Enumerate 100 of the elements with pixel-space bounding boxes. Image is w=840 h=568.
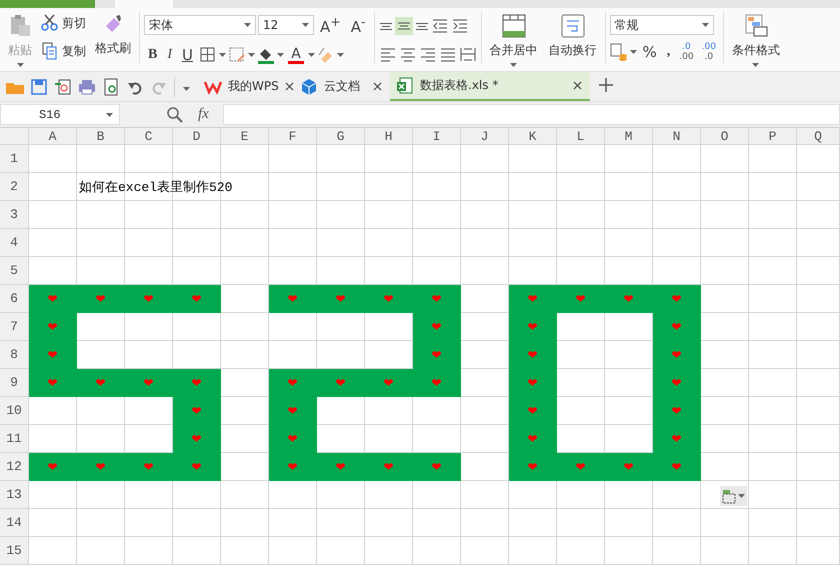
- row-header[interactable]: 11: [0, 425, 29, 453]
- wrap-text-button[interactable]: 自动换行: [544, 12, 601, 61]
- heart-symbol: ❤: [191, 404, 202, 418]
- heart-symbol: ❤: [671, 432, 682, 446]
- number-format-field[interactable]: 常规: [610, 15, 714, 35]
- caret-icon: [302, 23, 309, 27]
- formula-input[interactable]: [222, 104, 840, 125]
- format-painter-button[interactable]: 格式刷: [91, 12, 135, 59]
- print-preview-icon: [102, 78, 120, 96]
- heart-symbol: ❤: [527, 432, 538, 446]
- insert-function-button[interactable]: fx: [192, 105, 215, 124]
- caret-icon: [244, 23, 251, 27]
- heart-symbol: ❤: [191, 432, 202, 446]
- column-header[interactable]: P: [749, 128, 797, 145]
- heart-symbol: ❤: [431, 376, 442, 390]
- plus-icon: [598, 77, 614, 93]
- heart-symbol: ❤: [623, 292, 634, 306]
- decimal-button[interactable]: .0 .00: [676, 42, 697, 62]
- font-size-field[interactable]: 12: [258, 15, 314, 35]
- heart-symbol: ❤: [287, 292, 298, 306]
- document-tab[interactable]: 数据表格.xls *: [390, 72, 590, 101]
- caret-icon: [308, 53, 315, 57]
- heart-symbol: ❤: [95, 376, 106, 390]
- column-header[interactable]: A: [29, 128, 77, 145]
- row-header[interactable]: 9: [0, 369, 29, 397]
- caret-icon: [16, 63, 24, 67]
- column-header[interactable]: N: [653, 128, 701, 145]
- column-header[interactable]: C: [125, 128, 173, 145]
- row-header[interactable]: 8: [0, 341, 29, 369]
- column-header[interactable]: Q: [797, 128, 840, 145]
- paste-options-button[interactable]: [720, 486, 747, 506]
- row-header[interactable]: 13: [0, 481, 29, 509]
- column-header[interactable]: B: [77, 128, 125, 145]
- comma-button[interactable]: ,: [662, 44, 674, 60]
- row-header[interactable]: 4: [0, 229, 29, 257]
- indent-icon: [450, 17, 469, 35]
- caret-icon: [219, 53, 226, 57]
- heart-symbol: ❤: [335, 292, 346, 306]
- row-header[interactable]: 15: [0, 537, 29, 565]
- heart-symbol: ❤: [527, 292, 538, 306]
- heart-symbol: ❤: [47, 460, 58, 474]
- row-header[interactable]: 12: [0, 453, 29, 481]
- font-name-field[interactable]: 宋体: [144, 15, 256, 35]
- column-header[interactable]: K: [509, 128, 557, 145]
- percent-button[interactable]: %: [638, 43, 661, 61]
- row-header[interactable]: 6: [0, 285, 29, 313]
- conditional-format-button[interactable]: 条件格式: [728, 12, 784, 69]
- row-header[interactable]: 2: [0, 173, 29, 201]
- heart-symbol: ❤: [47, 292, 58, 306]
- document-tab[interactable]: 我的WPS: [198, 72, 294, 101]
- underline-button[interactable]: U: [178, 46, 197, 64]
- heart-symbol: ❤: [95, 460, 106, 474]
- heart-symbol: ❤: [95, 292, 106, 306]
- document-tab[interactable]: 云文档: [294, 72, 390, 101]
- align-bottom-icon: [414, 22, 429, 30]
- heart-symbol: ❤: [383, 460, 394, 474]
- heart-symbol: ❤: [527, 348, 538, 362]
- cell-style-icon: [228, 46, 246, 64]
- merge-center-button[interactable]: 合并居中: [486, 12, 542, 69]
- column-header[interactable]: I: [413, 128, 461, 145]
- caret-icon: [510, 63, 518, 67]
- print-icon: [78, 78, 96, 96]
- column-header[interactable]: E: [221, 128, 269, 145]
- row-header[interactable]: 10: [0, 397, 29, 425]
- cut-button[interactable]: 剪切: [39, 12, 88, 34]
- heart-symbol: ❤: [191, 460, 202, 474]
- column-header[interactable]: D: [173, 128, 221, 145]
- row-header[interactable]: 7: [0, 313, 29, 341]
- clipboard-icon: [8, 14, 32, 38]
- row-header[interactable]: 1: [0, 145, 29, 173]
- zoom-icon: [166, 106, 184, 124]
- distribute-icon: [458, 45, 477, 63]
- heart-symbol: ❤: [671, 320, 682, 334]
- decimal-button[interactable]: .00 .0: [698, 42, 719, 62]
- shrink-font-button[interactable]: A$^{-}$: [346, 14, 370, 36]
- heart-symbol: ❤: [671, 376, 682, 390]
- column-header[interactable]: M: [605, 128, 653, 145]
- column-header[interactable]: H: [365, 128, 413, 145]
- caret-icon: [248, 53, 255, 57]
- align-top-icon: [378, 22, 393, 30]
- column-header[interactable]: F: [269, 128, 317, 145]
- italic-button[interactable]: I: [163, 47, 176, 63]
- heart-symbol: ❤: [431, 320, 442, 334]
- name-box[interactable]: S16: [0, 104, 120, 125]
- row-header[interactable]: 5: [0, 257, 29, 285]
- column-header[interactable]: L: [557, 128, 605, 145]
- grow-font-button[interactable]: A$^{+}$: [316, 14, 345, 36]
- currency-icon: [610, 43, 628, 61]
- column-header[interactable]: G: [317, 128, 365, 145]
- heart-symbol: ❤: [191, 376, 202, 390]
- heart-symbol: ❤: [287, 460, 298, 474]
- copy-button[interactable]: 复制: [39, 40, 88, 62]
- column-header[interactable]: J: [461, 128, 509, 145]
- column-header[interactable]: O: [701, 128, 749, 145]
- bold-button[interactable]: B: [144, 47, 162, 63]
- outdent-icon: [430, 17, 449, 35]
- row-header[interactable]: 14: [0, 509, 29, 537]
- heart-symbol: ❤: [671, 404, 682, 418]
- font-color-button[interactable]: A: [286, 46, 306, 64]
- row-header[interactable]: 3: [0, 201, 29, 229]
